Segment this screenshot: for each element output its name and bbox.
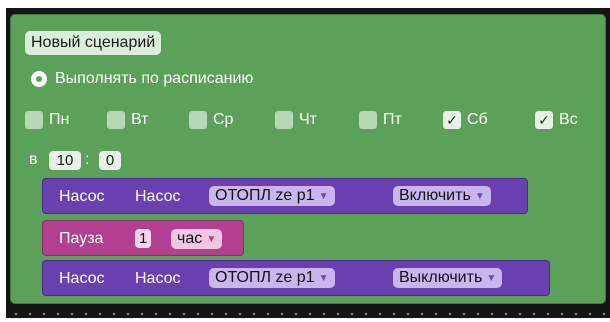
day-label-fri: Пт: [383, 111, 402, 128]
pump-block-off[interactable]: Насос Насос ОТОПЛ ze p1 ▼ Выключить ▼: [42, 260, 550, 296]
command-dropdown-value: Выключить: [399, 269, 483, 286]
pause-unit-dropdown[interactable]: час ▼: [171, 229, 223, 249]
time-prefix: в: [29, 151, 38, 168]
pump-block-on[interactable]: Насос Насос ОТОПЛ ze p1 ▼ Включить ▼: [42, 178, 528, 214]
day-checkbox-sun[interactable]: ✓: [535, 111, 553, 129]
day-label-wed: Ср: [213, 111, 234, 128]
minute-field[interactable]: 0: [99, 151, 121, 170]
day-checkbox-fri[interactable]: [359, 111, 377, 129]
pause-unit-value: час: [177, 230, 203, 247]
hour-field[interactable]: 10: [49, 151, 81, 170]
scenario-name-field[interactable]: Новый сценарий: [25, 31, 162, 55]
pause-label: Пауза: [59, 230, 104, 247]
device-dropdown-value: ОТОПЛ ze p1: [215, 269, 315, 286]
day-checkbox-sat[interactable]: ✓: [443, 111, 461, 129]
chevron-down-icon: ▼: [474, 191, 485, 202]
pump-block-label: Насос: [59, 270, 105, 287]
day-label-tue: Вт: [131, 111, 149, 128]
time-separator: :: [85, 151, 90, 168]
day-label-thu: Чт: [299, 111, 317, 128]
chevron-down-icon: ▼: [206, 234, 217, 245]
schedule-radio[interactable]: [31, 71, 47, 87]
chevron-down-icon: ▼: [318, 273, 329, 284]
day-checkbox-wed[interactable]: [189, 111, 207, 129]
pump-type-label: Насос: [135, 270, 181, 287]
device-dropdown[interactable]: ОТОПЛ ze p1 ▼: [209, 268, 335, 288]
pause-amount-field[interactable]: 1: [135, 229, 152, 248]
day-checkbox-tue[interactable]: [107, 111, 125, 129]
chevron-down-icon: ▼: [318, 191, 329, 202]
chevron-down-icon: ▼: [486, 273, 497, 284]
checkmark-icon: ✓: [446, 112, 458, 128]
checkmark-icon: ✓: [538, 112, 550, 128]
day-label-mon: Пн: [49, 111, 70, 128]
day-label-sat: Сб: [467, 111, 488, 128]
command-dropdown[interactable]: Включить ▼: [393, 186, 491, 206]
command-dropdown[interactable]: Выключить ▼: [393, 268, 503, 288]
day-checkbox-mon[interactable]: [25, 111, 43, 129]
pause-block[interactable]: Пауза 1 час ▼: [42, 220, 244, 256]
device-dropdown[interactable]: ОТОПЛ ze p1 ▼: [209, 186, 335, 206]
command-dropdown-value: Включить: [399, 187, 471, 204]
device-dropdown-value: ОТОПЛ ze p1: [215, 187, 315, 204]
pump-block-label: Насос: [59, 188, 105, 205]
day-label-sun: Вс: [559, 111, 578, 128]
pump-type-label: Насос: [135, 188, 181, 205]
schedule-label: Выполнять по расписанию: [55, 70, 254, 87]
day-checkbox-thu[interactable]: [275, 111, 293, 129]
